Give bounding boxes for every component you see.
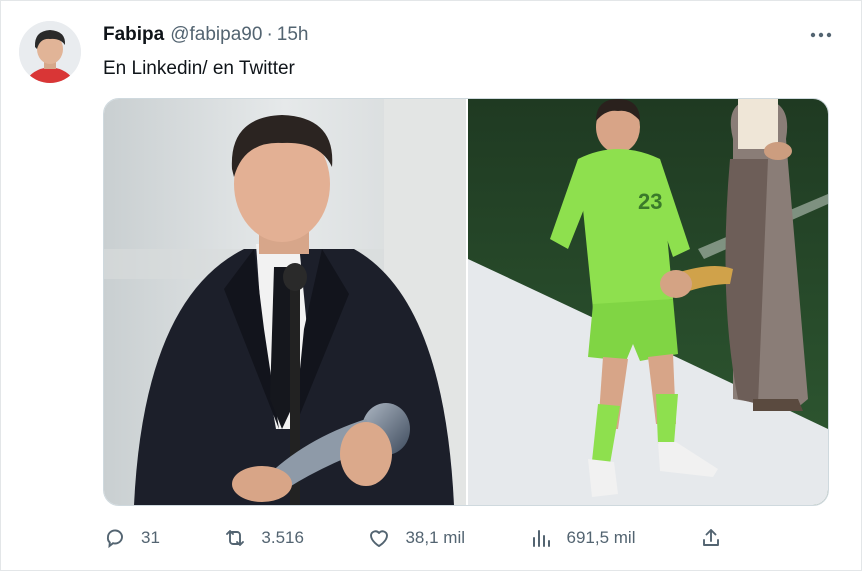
reply-button[interactable]: 31 xyxy=(103,526,160,550)
media-photo-left[interactable] xyxy=(104,99,466,505)
tweet-header: Fabipa @fabipa90 · 15h xyxy=(103,24,308,46)
goalkeeper-celebration-photo: 23 xyxy=(468,99,828,505)
separator-dot: · xyxy=(266,24,273,45)
more-options-button[interactable] xyxy=(803,23,839,47)
more-horizontal-icon xyxy=(810,32,832,38)
like-button[interactable]: 38,1 mil xyxy=(367,526,465,550)
author-handle[interactable]: @fabipa90 xyxy=(170,24,262,45)
retweet-button[interactable]: 3.516 xyxy=(223,526,304,550)
svg-text:23: 23 xyxy=(638,189,662,214)
tweet-card[interactable]: Fabipa @fabipa90 · 15h En Linkedin/ en Twit… xyxy=(0,0,862,571)
avatar-image xyxy=(19,21,81,83)
tweet-media[interactable]: 23 xyxy=(103,98,829,506)
share-icon xyxy=(703,529,719,546)
award-ceremony-photo xyxy=(104,99,466,505)
share-button[interactable] xyxy=(699,526,723,550)
tweet-actions: 31 3.516 38,1 mil 691,5 mil xyxy=(103,523,723,553)
author-name[interactable]: Fabipa xyxy=(103,24,164,45)
views-button[interactable]: 691,5 mil xyxy=(529,526,636,550)
like-count: 38,1 mil xyxy=(405,528,465,547)
view-count: 691,5 mil xyxy=(566,528,636,547)
tweet-text: En Linkedin/ en Twitter xyxy=(103,58,295,79)
heart-icon xyxy=(370,530,389,547)
media-photo-right[interactable]: 23 xyxy=(466,99,828,505)
retweet-icon xyxy=(226,530,245,546)
reply-icon xyxy=(106,529,123,549)
retweet-count: 3.516 xyxy=(261,528,304,547)
tweet-timestamp[interactable]: 15h xyxy=(277,24,309,45)
avatar[interactable] xyxy=(19,21,81,83)
reply-count: 31 xyxy=(141,528,160,547)
bar-chart-icon xyxy=(532,530,550,547)
